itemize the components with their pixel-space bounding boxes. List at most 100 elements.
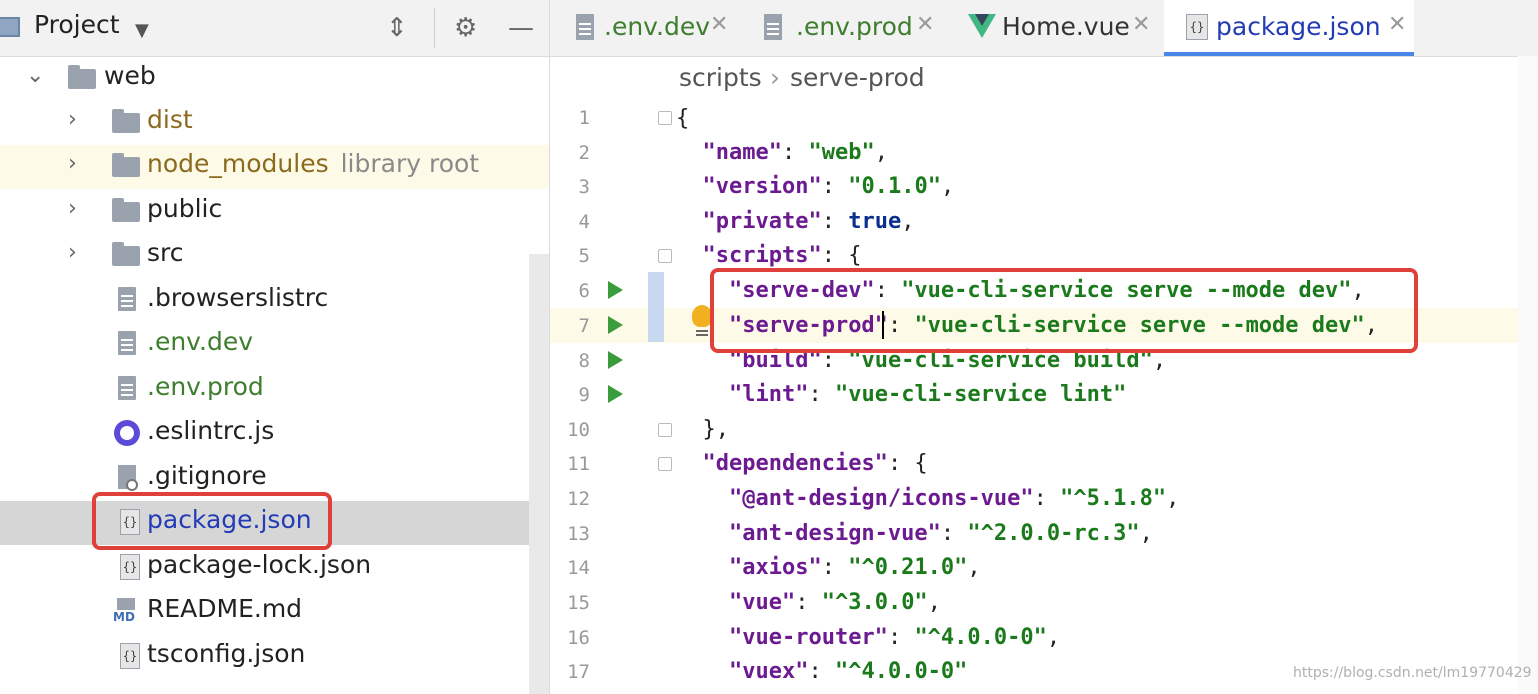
close-icon[interactable]: ✕ <box>1388 12 1406 37</box>
tree-item-label: .env.prod <box>147 372 264 401</box>
tree-item-node-modules[interactable]: › node_modules library root <box>0 145 549 189</box>
line-number: 12 <box>567 488 590 510</box>
line-number: 2 <box>578 142 590 164</box>
code-line-3: "version": "0.1.0", <box>702 174 955 199</box>
tab-env-prod[interactable]: .env.prod ✕ <box>744 0 940 56</box>
json-file-icon: {} <box>120 643 140 669</box>
line-number: 14 <box>567 557 590 579</box>
code-area[interactable]: { "name": "web", "version": "0.1.0", "pr… <box>550 100 1538 694</box>
tree-item-package-lock-json[interactable]: {} package-lock.json <box>0 546 549 590</box>
line-number: 3 <box>578 176 590 198</box>
chevron-down-icon[interactable]: ⌄ <box>26 63 44 88</box>
line-number: 15 <box>567 592 590 614</box>
code-line-16: "vue-router": "^4.0.0-0", <box>728 625 1061 650</box>
code-line-9: "lint": "vue-cli-service lint" <box>728 382 1127 407</box>
line-number: 8 <box>578 350 590 372</box>
watermark: https://blog.csdn.net/lm19770429 <box>1293 665 1532 681</box>
tree-item-label: dist <box>147 105 193 134</box>
gutter: 1 2 3 4 5 6 7 8 9 10 11 12 13 14 15 16 1… <box>550 100 672 694</box>
tab-label: package.json <box>1216 12 1381 41</box>
code-line-2: "name": "web", <box>702 140 888 165</box>
folder-icon <box>112 109 140 133</box>
highlight-box-package-json <box>92 492 332 550</box>
tree-item-name: node_modules <box>147 149 329 178</box>
chevron-down-icon[interactable]: ▼ <box>135 20 149 41</box>
toolbar-separator <box>434 8 435 48</box>
chevron-right-icon[interactable]: › <box>68 240 77 265</box>
line-number: 7 <box>578 315 590 337</box>
close-icon[interactable]: ✕ <box>916 12 934 37</box>
editor-scrollbar[interactable] <box>1518 56 1538 694</box>
change-marker <box>648 272 664 342</box>
tree-item-label: node_modules library root <box>147 149 479 178</box>
vue-icon <box>968 14 996 38</box>
json-file-icon: {} <box>120 554 140 580</box>
project-scrollbar[interactable] <box>529 254 549 694</box>
line-number: 5 <box>578 245 590 267</box>
fold-marker-icon[interactable] <box>658 249 672 263</box>
line-number: 1 <box>578 107 590 129</box>
chevron-right-icon[interactable]: › <box>68 107 77 132</box>
minimize-icon[interactable]: — <box>508 12 534 44</box>
breadcrumb-separator-icon: › <box>770 63 780 92</box>
code-line-12: "@ant-design/icons-vue": "^5.1.8", <box>728 486 1180 511</box>
line-number: 10 <box>567 419 590 441</box>
tree-item-label: tsconfig.json <box>147 639 306 668</box>
tree-item-tsconfig[interactable]: {} tsconfig.json <box>0 635 549 679</box>
run-script-icon[interactable] <box>608 351 623 369</box>
chevron-right-icon[interactable]: › <box>68 151 77 176</box>
tab-env-dev[interactable]: .env.dev ✕ <box>550 0 736 56</box>
line-number: 4 <box>578 211 590 233</box>
run-script-icon[interactable] <box>608 281 623 299</box>
tree-item-label: .gitignore <box>147 461 267 490</box>
code-line-10: }, <box>702 417 730 442</box>
tree-item-browserslistrc[interactable]: .browserslistrc <box>0 279 549 323</box>
fold-marker-icon[interactable] <box>658 457 672 471</box>
project-title[interactable]: Project <box>34 10 120 39</box>
fold-marker-icon[interactable] <box>658 111 672 125</box>
line-number: 11 <box>567 453 590 475</box>
tree-item-web[interactable]: ⌄ web <box>0 57 549 101</box>
close-icon[interactable]: ✕ <box>710 12 728 37</box>
project-icon <box>0 17 20 37</box>
folder-icon <box>112 242 140 266</box>
tree-item-env-prod[interactable]: .env.prod <box>0 368 549 412</box>
tree-item-dist[interactable]: › dist <box>0 101 549 145</box>
code-line-11: "dependencies": { <box>702 451 928 476</box>
tree-item-readme[interactable]: MD README.md <box>0 590 549 634</box>
json-file-icon: {} <box>1186 14 1208 40</box>
breadcrumb-item-scripts[interactable]: scripts <box>679 63 762 92</box>
tab-label: Home.vue <box>1002 12 1130 41</box>
lightbulb-icon[interactable] <box>692 305 712 327</box>
breadcrumb-item-serve-prod[interactable]: serve-prod <box>790 63 925 92</box>
text-file-icon <box>576 14 594 40</box>
editor-panel: .env.dev ✕ .env.prod ✕ Home.vue ✕ {} pac… <box>550 0 1538 694</box>
fold-marker-icon[interactable] <box>658 423 672 437</box>
tree-item-env-dev[interactable]: .env.dev <box>0 323 549 367</box>
line-number: 6 <box>578 280 590 302</box>
tree-item-eslintrc[interactable]: .eslintrc.js <box>0 412 549 456</box>
code-line-15: "vue": "^3.0.0", <box>728 590 941 615</box>
line-number: 17 <box>567 661 590 683</box>
code-line-4: "private": true, <box>702 209 915 234</box>
breadcrumb: scripts › serve-prod <box>550 57 1538 99</box>
collapse-all-icon[interactable]: ⇕ <box>386 12 408 44</box>
run-script-icon[interactable] <box>608 385 623 403</box>
tree-item-label: README.md <box>147 594 303 623</box>
code-line-13: "ant-design-vue": "^2.0.0-rc.3", <box>728 521 1153 546</box>
markdown-file-icon: MD <box>113 598 141 624</box>
gear-icon[interactable]: ⚙ <box>454 12 477 44</box>
run-script-icon[interactable] <box>608 316 623 334</box>
project-toolbar: Project ▼ ⇕ ⚙ — <box>0 0 549 57</box>
folder-icon <box>112 198 140 222</box>
close-icon[interactable]: ✕ <box>1132 12 1150 37</box>
line-number: 13 <box>567 523 590 545</box>
tab-home-vue[interactable]: Home.vue ✕ <box>954 0 1154 56</box>
text-file-icon <box>118 376 136 400</box>
chevron-right-icon[interactable]: › <box>68 196 77 221</box>
tree-item-src[interactable]: › src <box>0 234 549 278</box>
folder-icon <box>112 153 140 177</box>
editor-tabs: .env.dev ✕ .env.prod ✕ Home.vue ✕ {} pac… <box>550 0 1538 57</box>
tree-item-public[interactable]: › public <box>0 190 549 234</box>
tab-package-json[interactable]: {} package.json ✕ <box>1164 0 1414 56</box>
